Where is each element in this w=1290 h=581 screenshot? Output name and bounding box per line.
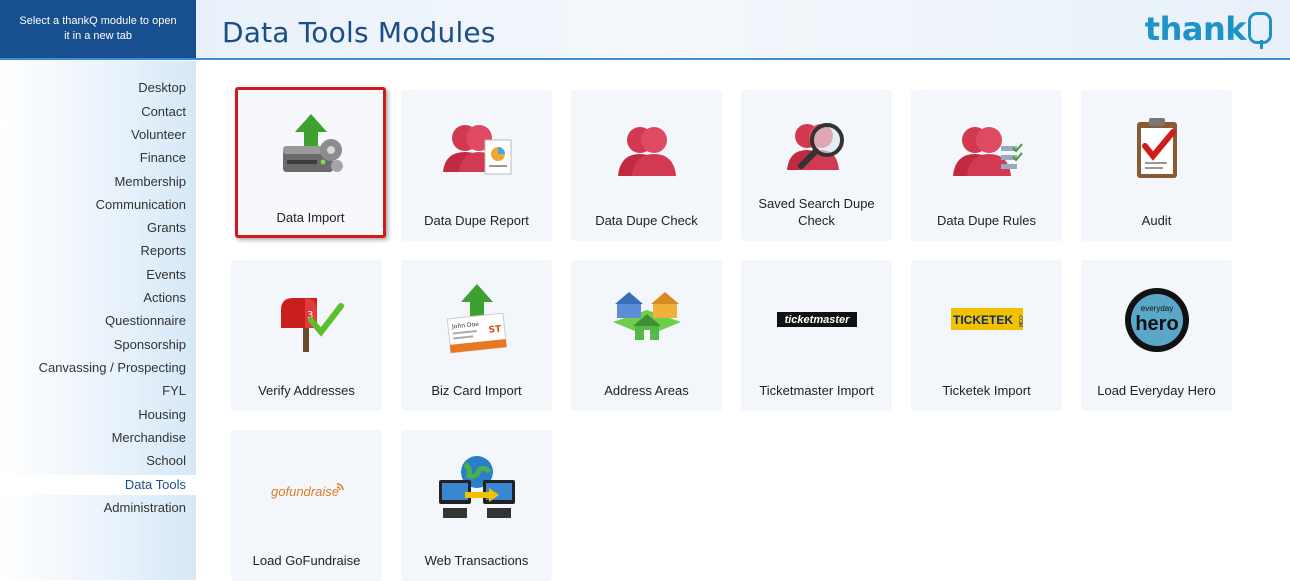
- page-title: Data Tools Modules: [222, 16, 496, 49]
- svg-text:TICKETEK: TICKETEK: [953, 313, 1013, 327]
- module-tile-data-dupe-rules[interactable]: Data Dupe Rules: [911, 90, 1062, 241]
- data-import-icon: [282, 114, 343, 172]
- sidebar-item-membership[interactable]: Membership: [0, 174, 186, 189]
- sidebar-item-data-tools[interactable]: Data Tools: [0, 475, 196, 495]
- module-tile-web-transactions[interactable]: Web Transactions: [401, 430, 552, 581]
- module-label: Load GoFundraise: [252, 553, 361, 568]
- module-label: Data Dupe Check: [595, 213, 698, 228]
- module-label: Load Everyday Hero: [1097, 383, 1216, 398]
- sidebar-item-merchandise[interactable]: Merchandise: [0, 430, 186, 445]
- svg-text:everyday: everyday: [1140, 304, 1172, 313]
- sidebar-item-desktop[interactable]: Desktop: [0, 80, 186, 95]
- module-tile-address-areas[interactable]: Address Areas: [571, 260, 722, 411]
- sidebar-item-finance[interactable]: Finance: [0, 150, 186, 165]
- svg-text:.COM: .COM: [1017, 314, 1023, 327]
- sidebar-item-communication[interactable]: Communication: [0, 197, 186, 212]
- logo-text: thank: [1144, 10, 1247, 48]
- module-label: Audit: [1141, 213, 1172, 228]
- biz-card-icon: John Doe ST: [446, 284, 507, 354]
- module-label: Data Import: [276, 210, 345, 225]
- module-label: Web Transactions: [424, 553, 529, 568]
- module-tile-data-dupe-report[interactable]: Data Dupe Report: [401, 90, 552, 241]
- dupe-check-icon: [617, 127, 676, 176]
- module-tile-data-import[interactable]: Data Import: [235, 87, 386, 238]
- module-label: Address Areas: [604, 383, 689, 398]
- gofundraise-logo-icon: gofundraise: [271, 483, 344, 499]
- dupe-report-icon: [442, 125, 511, 175]
- logo-q-mark-icon: [1248, 12, 1272, 49]
- module-label: Saved Search Dupe Check: [758, 196, 875, 228]
- module-tile-saved-search-dupe-check[interactable]: Saved Search Dupe Check: [741, 90, 892, 241]
- sidebar-item-actions[interactable]: Actions: [0, 290, 186, 305]
- sidebar-item-reports[interactable]: Reports: [0, 243, 186, 258]
- module-label: Ticketek Import: [942, 383, 1031, 398]
- module-label: Data Dupe Rules: [937, 213, 1036, 228]
- everyday-hero-logo-icon: everyday hero: [1124, 288, 1189, 352]
- ticketek-logo-icon: TICKETEK .COM: [950, 308, 1023, 330]
- sidebar-item-questionnaire[interactable]: Questionnaire: [0, 313, 186, 328]
- sidebar: Desktop Contact Volunteer Finance Member…: [0, 61, 196, 580]
- module-tile-audit[interactable]: Audit: [1081, 90, 1232, 241]
- module-label: Data Dupe Report: [424, 213, 529, 228]
- audit-clipboard-icon: [1136, 118, 1177, 178]
- sidebar-item-school[interactable]: School: [0, 453, 186, 468]
- svg-text:ST: ST: [488, 324, 502, 335]
- svg-text:hero: hero: [1135, 313, 1178, 335]
- module-tile-biz-card-import[interactable]: John Doe ST Biz Card Import: [401, 260, 552, 411]
- web-transactions-icon: [438, 456, 515, 518]
- ticketmaster-logo-icon: ticketmaster: [776, 312, 857, 327]
- module-label: Ticketmaster Import: [759, 383, 874, 398]
- houses-icon: [612, 292, 681, 340]
- module-label: Biz Card Import: [431, 383, 522, 398]
- module-tile-verify-addresses[interactable]: 3 Verify Addresses: [231, 260, 382, 411]
- header-bar: Select a thankQ module to open it in a n…: [0, 0, 1290, 60]
- mailbox-icon: 3: [280, 298, 344, 352]
- sidebar-item-housing[interactable]: Housing: [0, 407, 186, 422]
- module-select-hint: Select a thankQ module to open it in a n…: [0, 0, 196, 58]
- svg-text:ticketmaster: ticketmaster: [784, 314, 850, 326]
- module-tile-ticketmaster-import[interactable]: ticketmaster Ticketmaster Import: [741, 260, 892, 411]
- sidebar-item-volunteer[interactable]: Volunteer: [0, 127, 186, 142]
- saved-search-icon: [786, 123, 844, 170]
- module-label: Verify Addresses: [258, 383, 355, 398]
- thankq-logo: thank: [1144, 10, 1272, 49]
- sidebar-item-contact[interactable]: Contact: [0, 104, 186, 119]
- dupe-rules-icon: [952, 127, 1023, 176]
- sidebar-item-fyl[interactable]: FYL: [0, 383, 186, 398]
- sidebar-item-canvassing-prospecting[interactable]: Canvassing / Prospecting: [0, 360, 186, 375]
- sidebar-item-administration[interactable]: Administration: [0, 500, 186, 515]
- module-tile-load-everyday-hero[interactable]: everyday hero Load Everyday Hero: [1081, 260, 1232, 411]
- svg-text:gofundraise: gofundraise: [271, 484, 339, 499]
- module-tile-load-gofundraise[interactable]: gofundraise Load GoFundraise: [231, 430, 382, 581]
- module-tile-ticketek-import[interactable]: TICKETEK .COM Ticketek Import: [911, 260, 1062, 411]
- module-tile-data-dupe-check[interactable]: Data Dupe Check: [571, 90, 722, 241]
- sidebar-item-sponsorship[interactable]: Sponsorship: [0, 337, 186, 352]
- sidebar-item-events[interactable]: Events: [0, 267, 186, 282]
- sidebar-item-grants[interactable]: Grants: [0, 220, 186, 235]
